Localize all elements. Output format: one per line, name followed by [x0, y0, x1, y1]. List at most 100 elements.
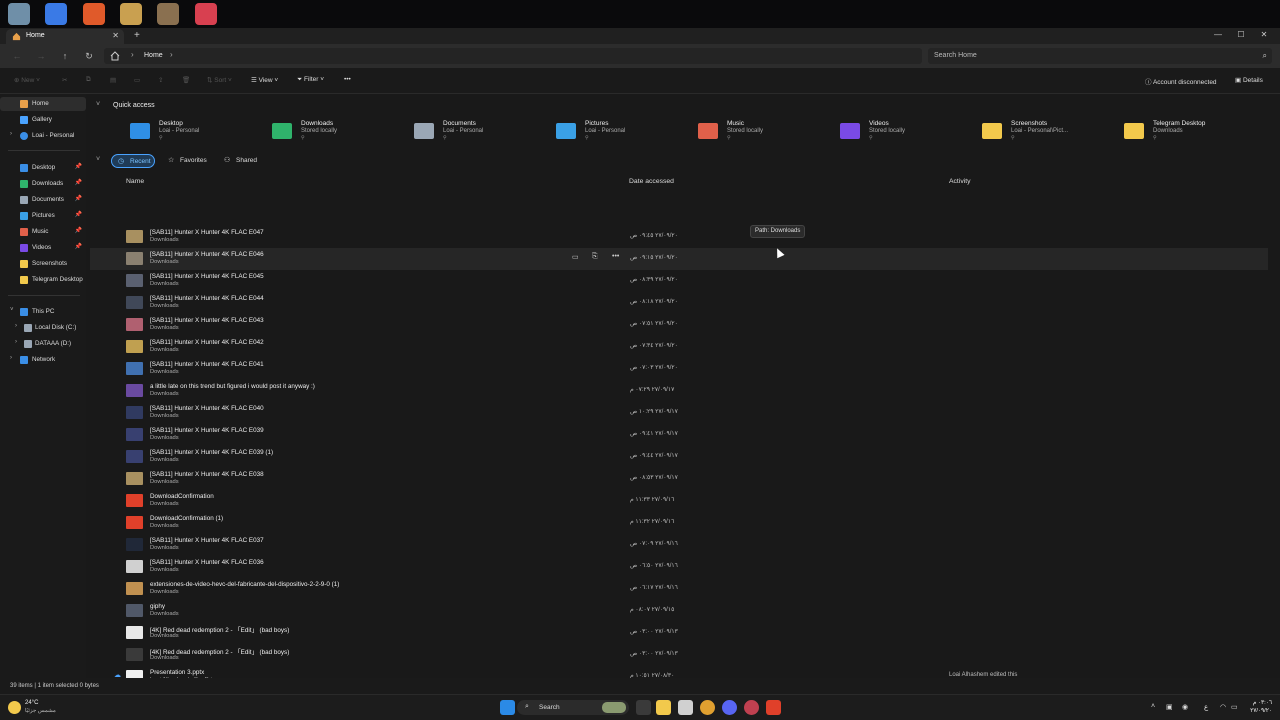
clock[interactable]: ٠٣:٠٦ م ٢٧/٠٩/٢٠: [1250, 699, 1272, 715]
file-row[interactable]: [SAB11] Hunter X Hunter 4K FLAC E045 Down…: [90, 270, 1268, 292]
game-icon[interactable]: [157, 3, 179, 25]
sidebar-item-screenshots[interactable]: Screenshots: [0, 257, 86, 271]
column-header-activity[interactable]: Activity: [949, 178, 971, 185]
back-button[interactable]: ←: [10, 49, 24, 63]
start-button[interactable]: [500, 700, 515, 715]
quick-access-item[interactable]: Telegram Desktop Downloads ⚲: [1124, 119, 1262, 143]
quick-access-item[interactable]: Music Stored locally ⚲: [698, 119, 836, 143]
file-row[interactable]: a little late on this trend but figured …: [90, 380, 1268, 402]
language-indicator[interactable]: ع: [1204, 703, 1208, 711]
file-row[interactable]: [SAB11] Hunter X Hunter 4K FLAC E039 Down…: [90, 424, 1268, 446]
file-row[interactable]: [4K] Red dead redemption 2 - 「Edit」 (bad…: [90, 644, 1268, 666]
sidebar-item-data-drive[interactable]: › DATAAA (D:): [0, 337, 86, 351]
sidebar-item-local-disk[interactable]: › Local Disk (C:): [0, 321, 86, 335]
sidebar-item-telegram-desktop[interactable]: Telegram Desktop: [0, 273, 86, 287]
sidebar-item-onedrive[interactable]: › Loai - Personal: [0, 129, 86, 143]
column-header-date[interactable]: Date accessed: [629, 178, 674, 185]
sidebar-item-home[interactable]: Home: [0, 97, 86, 111]
account-status[interactable]: ⓘ Account disconnected: [1145, 76, 1217, 86]
sidebar-item-network[interactable]: › Network: [0, 353, 86, 367]
rename-icon[interactable]: ▭: [134, 76, 140, 84]
quick-access-toggle[interactable]: ˅: [96, 101, 100, 108]
chevron-right-icon[interactable]: ›: [15, 339, 17, 345]
task-view-icon[interactable]: [636, 700, 651, 715]
sidebar-item-documents[interactable]: Documents 📌: [0, 193, 86, 207]
chevron-right-icon[interactable]: ›: [10, 355, 12, 361]
sidebar-item-downloads[interactable]: Downloads 📌: [0, 177, 86, 191]
brave-icon[interactable]: [766, 700, 781, 715]
tab-home[interactable]: Home ✕: [6, 29, 124, 44]
column-header-name[interactable]: Name: [126, 178, 144, 185]
sidebar-item-music[interactable]: Music 📌: [0, 225, 86, 239]
tab-recent[interactable]: ◷ Recent: [111, 154, 155, 168]
tab-shared[interactable]: ⚇ Shared: [218, 154, 260, 168]
more-options-icon[interactable]: •••: [344, 76, 351, 83]
taskbar-search[interactable]: ⌕ Search: [517, 700, 629, 715]
file-row[interactable]: giphy Downloads ٢٧/٠٩/١٥ ٠٨:٠٧ م: [90, 600, 1268, 622]
maximize-button[interactable]: ☐: [1230, 28, 1252, 42]
file-row[interactable]: [SAB11] Hunter X Hunter 4K FLAC E041 Down…: [90, 358, 1268, 380]
app-icon[interactable]: [83, 3, 105, 25]
delete-icon[interactable]: 🗑: [182, 76, 190, 84]
breadcrumb[interactable]: Home: [144, 52, 163, 59]
address-bar[interactable]: › Home ›: [104, 48, 922, 64]
file-row[interactable]: [4K] Red dead redemption 2 - 「Edit」 (bad…: [90, 622, 1268, 644]
file-row[interactable]: [SAB11] Hunter X Hunter 4K FLAC E039 (1)…: [90, 446, 1268, 468]
file-row[interactable]: [SAB11] Hunter X Hunter 4K FLAC E040 Down…: [90, 402, 1268, 424]
maps-icon[interactable]: [195, 3, 217, 25]
open-location-icon[interactable]: ▭: [572, 253, 579, 261]
chevron-down-icon[interactable]: ˅: [10, 307, 14, 313]
wifi-icon[interactable]: ◠: [1220, 703, 1226, 711]
file-row[interactable]: [SAB11] Hunter X Hunter 4K FLAC E037 Down…: [90, 534, 1268, 556]
recycle-bin-icon[interactable]: [8, 3, 30, 25]
chevron-right-icon[interactable]: ›: [15, 323, 17, 329]
file-row[interactable]: [SAB11] Hunter X Hunter 4K FLAC E038 Down…: [90, 468, 1268, 490]
share-icon[interactable]: ⎘: [592, 253, 598, 261]
roblox-icon[interactable]: [45, 3, 67, 25]
file-row[interactable]: [SAB11] Hunter X Hunter 4K FLAC E043 Down…: [90, 314, 1268, 336]
chevron-right-icon[interactable]: ›: [10, 131, 12, 137]
tray-app-icon[interactable]: ▣: [1166, 703, 1173, 711]
quick-access-item[interactable]: Desktop Loai - Personal ⚲: [130, 119, 268, 143]
quick-access-item[interactable]: Pictures Loai - Personal ⚲: [556, 119, 694, 143]
sort-button[interactable]: ⇅ Sort ˅: [207, 76, 232, 84]
share-icon[interactable]: ⇪: [158, 76, 163, 84]
quick-access-item[interactable]: Documents Loai - Personal ⚲: [414, 119, 552, 143]
file-row[interactable]: DownloadConfirmation (1) Downloads ٢٧/٠٩/١…: [90, 512, 1268, 534]
sidebar-item-gallery[interactable]: Gallery: [0, 113, 86, 127]
refresh-button[interactable]: ↻: [82, 49, 96, 63]
view-button[interactable]: ☰ View ˅: [251, 76, 278, 84]
file-row[interactable]: [SAB11] Hunter X Hunter 4K FLAC E046 Down…: [90, 248, 1268, 270]
up-button[interactable]: ↑: [58, 49, 72, 63]
file-row[interactable]: [SAB11] Hunter X Hunter 4K FLAC E044 Down…: [90, 292, 1268, 314]
file-explorer-icon[interactable]: [656, 700, 671, 715]
cut-icon[interactable]: ✂: [62, 76, 67, 84]
forward-button[interactable]: →: [34, 49, 48, 63]
close-window-button[interactable]: ✕: [1253, 28, 1275, 42]
store-icon[interactable]: [678, 700, 693, 715]
sidebar-item-this-pc[interactable]: ˅ This PC: [0, 305, 86, 319]
quick-access-item[interactable]: Downloads Stored locally ⚲: [272, 119, 410, 143]
battery-icon[interactable]: ▭: [1231, 703, 1238, 711]
paste-icon[interactable]: ▤: [110, 76, 116, 84]
file-row[interactable]: DownloadConfirmation Downloads ٢٧/٠٩/١٦ ١١…: [90, 490, 1268, 512]
file-row[interactable]: [SAB11] Hunter X Hunter 4K FLAC E047 Down…: [90, 226, 1268, 248]
chevron-up-icon[interactable]: ˄: [1151, 703, 1155, 710]
file-row[interactable]: [SAB11] Hunter X Hunter 4K FLAC E042 Down…: [90, 336, 1268, 358]
sidebar-item-videos[interactable]: Videos 📌: [0, 241, 86, 255]
sidebar-item-desktop[interactable]: Desktop 📌: [0, 161, 86, 175]
tab-favorites[interactable]: ☆ Favorites: [162, 154, 210, 168]
minimize-button[interactable]: —: [1207, 28, 1229, 42]
copy-icon[interactable]: ⧉: [86, 76, 91, 84]
game-icon[interactable]: [120, 3, 142, 25]
sidebar-item-pictures[interactable]: Pictures 📌: [0, 209, 86, 223]
chrome-icon[interactable]: [700, 700, 715, 715]
discord-icon[interactable]: [722, 700, 737, 715]
file-row[interactable]: extensiones-de-video-hevc-del-fabricante…: [90, 578, 1268, 600]
new-button[interactable]: ⊕ New ˅: [14, 76, 40, 84]
quick-access-item[interactable]: Videos Stored locally ⚲: [840, 119, 978, 143]
details-button[interactable]: ▣ Details: [1235, 76, 1263, 84]
tray-app-icon[interactable]: ◉: [1182, 703, 1188, 711]
file-row[interactable]: [SAB11] Hunter X Hunter 4K FLAC E036 Down…: [90, 556, 1268, 578]
filter-button[interactable]: ⏷ Filter ˅: [297, 76, 324, 84]
